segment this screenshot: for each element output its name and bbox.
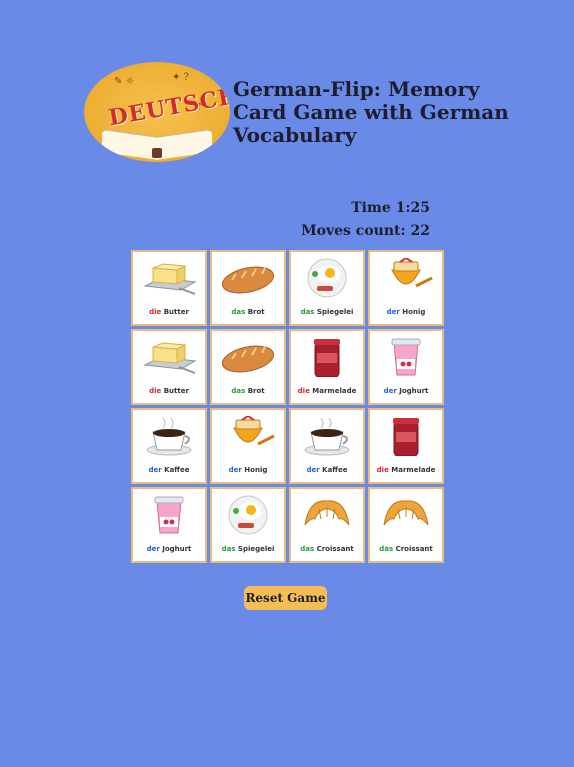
memory-card[interactable]: das Brot <box>210 250 286 326</box>
card-label: das Brot <box>212 308 284 316</box>
card-label: das Spiegelei <box>212 545 284 553</box>
card-label: die Marmelade <box>370 466 442 474</box>
card-article: der <box>386 308 400 316</box>
memory-card[interactable]: die Marmelade <box>289 329 365 405</box>
card-noun: Butter <box>163 308 189 316</box>
reset-game-button[interactable]: Reset Game <box>244 586 327 610</box>
card-article: der <box>306 466 320 474</box>
memory-card[interactable]: der Joghurt <box>368 329 444 405</box>
card-article: der <box>146 545 160 553</box>
card-label: das Croissant <box>291 545 363 553</box>
card-article: der <box>148 466 162 474</box>
card-noun: Spiegelei <box>316 308 354 316</box>
card-label: der Honig <box>212 466 284 474</box>
memory-card[interactable]: die Butter <box>131 250 207 326</box>
card-article: die <box>149 387 162 395</box>
card-article: das <box>300 545 315 553</box>
page-title: German-Flip: Memory Card Game with Germa… <box>233 77 509 147</box>
card-label: der Kaffee <box>133 466 205 474</box>
card-noun: Butter <box>163 387 189 395</box>
card-label: die Butter <box>133 308 205 316</box>
card-article: die <box>149 308 162 316</box>
card-noun: Honig <box>244 466 268 474</box>
memory-card[interactable]: der Honig <box>210 408 286 484</box>
memory-card[interactable]: das Spiegelei <box>210 487 286 563</box>
card-noun: Spiegelei <box>237 545 275 553</box>
card-noun: Marmelade <box>391 466 436 474</box>
card-article: die <box>376 466 389 474</box>
card-label: der Honig <box>370 308 442 316</box>
card-article: das <box>221 545 236 553</box>
card-label: die Marmelade <box>291 387 363 395</box>
memory-card[interactable]: die Butter <box>131 329 207 405</box>
card-article: die <box>297 387 310 395</box>
card-noun: Croissant <box>395 545 433 553</box>
memory-card[interactable]: die Marmelade <box>368 408 444 484</box>
card-grid: die Butter das Brot das Spiegelei der Honig… <box>131 250 444 563</box>
card-label: der Joghurt <box>133 545 205 553</box>
memory-card[interactable]: der Kaffee <box>289 408 365 484</box>
memory-card[interactable]: der Honig <box>368 250 444 326</box>
card-noun: Brot <box>247 308 265 316</box>
card-noun: Kaffee <box>322 466 348 474</box>
memory-card[interactable]: der Joghurt <box>131 487 207 563</box>
card-article: der <box>383 387 397 395</box>
memory-card[interactable]: das Spiegelei <box>289 250 365 326</box>
card-noun: Kaffee <box>164 466 190 474</box>
card-label: der Joghurt <box>370 387 442 395</box>
moves-counter: Moves count: 22 <box>301 223 430 239</box>
card-noun: Honig <box>402 308 426 316</box>
card-article: das <box>300 308 315 316</box>
deutsch-logo: ✎ ☼ ✦ ? ♪ DEUTSCH <box>84 62 230 162</box>
card-noun: Brot <box>247 387 265 395</box>
card-label: das Croissant <box>370 545 442 553</box>
card-article: der <box>228 466 242 474</box>
card-noun: Joghurt <box>162 545 192 553</box>
card-noun: Marmelade <box>312 387 357 395</box>
memory-card[interactable]: das Brot <box>210 329 286 405</box>
card-label: das Spiegelei <box>291 308 363 316</box>
card-article: das <box>379 545 394 553</box>
memory-card[interactable]: das Croissant <box>368 487 444 563</box>
card-noun: Croissant <box>316 545 354 553</box>
logo-word: DEUTSCH <box>106 82 230 132</box>
card-noun: Joghurt <box>399 387 429 395</box>
card-label: die Butter <box>133 387 205 395</box>
memory-card[interactable]: das Croissant <box>289 487 365 563</box>
memory-card[interactable]: der Kaffee <box>131 408 207 484</box>
timer-display: Time 1:25 <box>351 200 430 216</box>
card-label: der Kaffee <box>291 466 363 474</box>
card-article: das <box>231 308 246 316</box>
card-article: das <box>231 387 246 395</box>
card-label: das Brot <box>212 387 284 395</box>
